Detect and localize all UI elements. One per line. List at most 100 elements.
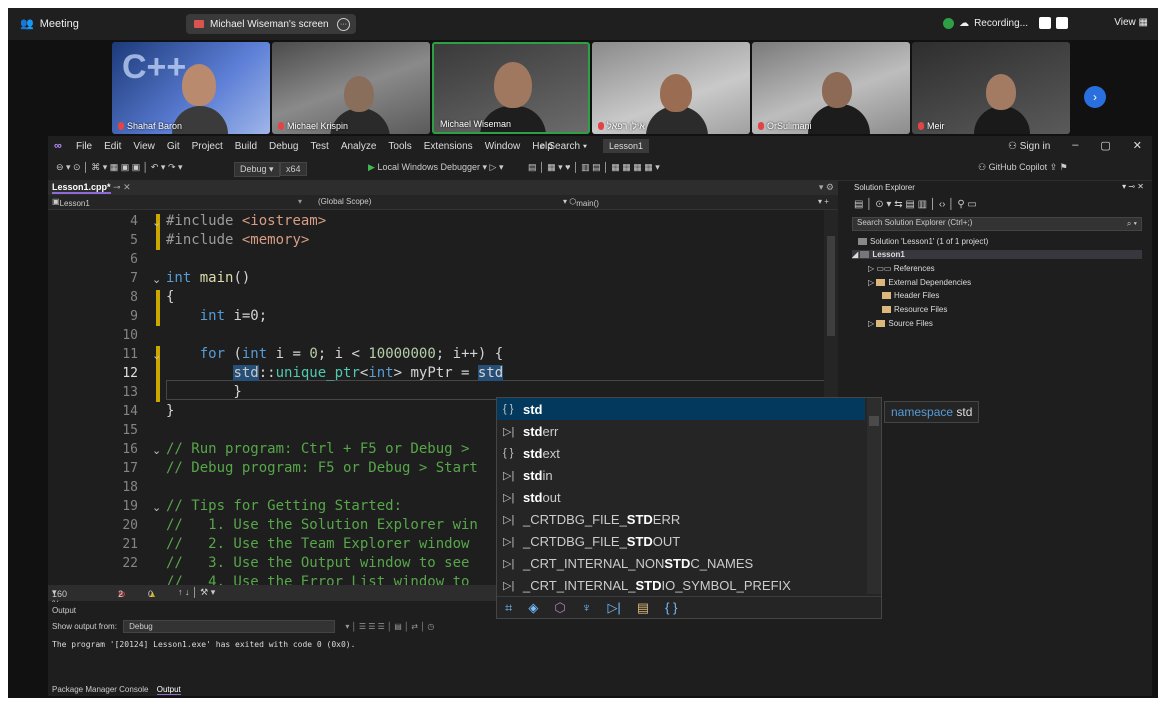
filter-macros-icon[interactable]: ▷| (607, 600, 620, 616)
nav-project-dropdown[interactable]: ▣ Lesson1 (52, 197, 90, 208)
panel-controls[interactable]: ▾ ⊸ ✕ (1122, 182, 1144, 191)
participant-tile-active[interactable]: Michael Wiseman (432, 42, 590, 134)
tab-output[interactable]: Output (156, 685, 181, 695)
menu-test[interactable]: Test (310, 141, 328, 152)
menu-view[interactable]: View (133, 141, 155, 152)
participant-tile[interactable]: Meir (912, 42, 1070, 134)
output-toolbar-icons[interactable]: ▾ │ ☰ ☰ ☰ │ ▤ │ ⇄ │ ◷ (345, 622, 434, 631)
close-button[interactable]: ✕ (1133, 139, 1142, 152)
tree-resource-files[interactable]: Resource Files (882, 305, 947, 314)
fold-icon[interactable]: ⌄ (152, 216, 161, 229)
pause-recording-button[interactable] (1039, 17, 1051, 29)
zoom-dropdown[interactable]: 160 % ▾ (52, 587, 67, 602)
copilot-button[interactable]: ⚇ GitHub Copilot ⇪ ⚑ (978, 162, 1068, 173)
menu-project[interactable]: Project (192, 141, 223, 152)
filter-classes-icon[interactable]: ◈ (528, 600, 538, 616)
start-debug-button[interactable]: ▶ Local Windows Debugger ▾ ▷ ▾ (368, 162, 503, 173)
completion-item[interactable]: ▷| std err (497, 420, 865, 442)
meeting-top-bar: 👥 Meeting Michael Wiseman's screen ··· ☁… (8, 8, 1158, 40)
tab-lesson1-cpp[interactable]: Lesson1.cpp* ⊸ ✕ (52, 182, 131, 194)
fold-icon[interactable]: ⌄ (152, 349, 161, 362)
code-line-14: } (166, 403, 175, 419)
stop-recording-button[interactable] (1056, 17, 1068, 29)
completion-item[interactable]: { } std ext (497, 442, 865, 464)
participant-tile[interactable]: OrSulimani (752, 42, 910, 134)
code-line-17: // Debug program: F5 or Debug > Start (166, 460, 478, 476)
menu-git[interactable]: Git (167, 141, 180, 152)
tree-source-files[interactable]: ▷ Source Files (868, 319, 933, 328)
completion-item[interactable]: ▷| std in (497, 464, 865, 486)
solution-explorer-title: Solution Explorer (854, 183, 915, 192)
pin-icon[interactable]: ⊸ (113, 182, 121, 192)
solution-search-input[interactable]: Search Solution Explorer (Ctrl+;) ⌕ ▾ (852, 217, 1142, 231)
menu-debug[interactable]: Debug (269, 141, 298, 152)
completion-item[interactable]: ▷| _CRTDBG_FILE_ STD ERR (497, 508, 865, 530)
completion-item[interactable]: { } std (497, 398, 865, 420)
code-line-4: #include <iostream> (166, 213, 327, 229)
menu-analyze[interactable]: Analyze (341, 141, 377, 152)
filter-braces-icon[interactable]: { } (665, 600, 677, 615)
completion-scrollbar[interactable] (867, 398, 881, 594)
output-source-dropdown[interactable]: Debug (123, 620, 336, 633)
maximize-button[interactable]: ▢ (1100, 139, 1110, 152)
tree-project[interactable]: ◢ Lesson1 (852, 250, 1142, 259)
completion-item[interactable]: ▷| std out (497, 486, 865, 508)
tree-solution[interactable]: Solution 'Lesson1' (1 of 1 project) (858, 237, 988, 246)
split-button[interactable]: ▾ + (818, 197, 829, 206)
fold-icon[interactable]: ⌄ (152, 444, 161, 457)
solution-explorer-toolbar[interactable]: ▤ │ ⊙ ▾ ⇆ ▤ ▥ │ ‹› │ ⚲ ▭ (854, 199, 977, 210)
tree-references[interactable]: ▷ ▭▭ References (868, 264, 935, 273)
completion-item[interactable]: ▷| _CRT_INTERNAL_NON STD C_NAMES (497, 552, 865, 574)
code-line-7: int main() (166, 270, 251, 286)
more-options-icon[interactable]: ··· (337, 18, 350, 31)
menu-bar: ∞ File Edit View Git Project Build Debug… (48, 136, 1152, 158)
macro-icon: ▷| (503, 579, 515, 592)
platform-dropdown[interactable]: x64 (280, 162, 307, 176)
view-button[interactable]: View ▦ (1114, 17, 1148, 28)
nav-scope-dropdown[interactable]: (Global Scope) (318, 197, 371, 206)
toolbar-icons[interactable]: ▤ │ ▦ ▾ ♥ │ ▥ ▤ │ ▦ ▦ ▦ ▦ ▾ (528, 162, 660, 173)
tab-options-icon[interactable]: ▾ ⚙ (819, 182, 834, 193)
intellisense-popup[interactable]: { } std ▷| std err { } std ext ▷| std in ▷| std o… (496, 397, 882, 619)
fold-icon[interactable]: ⌄ (152, 501, 161, 514)
navigation-bar: ▣ Lesson1 ▾ (Global Scope) ▾ ⬡ main() ▾ … (48, 195, 838, 210)
menu-window[interactable]: Window (485, 141, 521, 152)
participant-tile[interactable]: Michael Krispin (272, 42, 430, 134)
line-number: 19 (122, 499, 138, 514)
menu-build[interactable]: Build (235, 141, 257, 152)
change-marker (156, 290, 160, 326)
minimize-button[interactable]: – (1072, 139, 1078, 152)
nav-arrows[interactable]: ↑ ↓ │ ⚒ ▾ (178, 587, 215, 598)
config-dropdown[interactable]: Debug ▾ (234, 162, 280, 177)
menu-extensions[interactable]: Extensions (424, 141, 473, 152)
screen-share-icon (194, 20, 204, 28)
variable-icon: ▷| (503, 425, 515, 438)
menu-file[interactable]: File (76, 141, 92, 152)
muted-mic-icon (758, 122, 764, 130)
filter-namespaces-icon[interactable]: ▤ (637, 600, 649, 616)
participant-tile[interactable]: אילן רפאל (592, 42, 750, 134)
close-tab-icon[interactable]: ✕ (123, 182, 131, 192)
nav-member-dropdown[interactable]: ▾ ⬡ main() (563, 197, 599, 208)
screen-share-pill[interactable]: Michael Wiseman's screen ··· (186, 14, 356, 34)
menu-tools[interactable]: Tools (388, 141, 411, 152)
line-number: 9 (130, 309, 138, 324)
participant-tile[interactable]: C++ Shahaf Baron (112, 42, 270, 134)
line-number: 18 (122, 480, 138, 495)
completion-item[interactable]: ▷| _CRT_INTERNAL_ STD IO_SYMBOL_PREFIX (497, 574, 865, 596)
tree-header-files[interactable]: Header Files (882, 291, 939, 300)
filter-types-icon[interactable]: ♆ (582, 600, 592, 615)
tab-package-manager-console[interactable]: Package Manager Console (52, 685, 149, 694)
menu-search[interactable]: ⌕ Search ▾ (540, 141, 587, 152)
fold-icon[interactable]: ⌄ (152, 273, 161, 286)
menu-edit[interactable]: Edit (104, 141, 121, 152)
filter-snippets-icon[interactable]: ⌗ (505, 600, 512, 616)
line-number: 22 (122, 556, 138, 571)
next-participants-button[interactable]: › (1084, 86, 1106, 108)
sign-in-button[interactable]: ⚇ Sign in (1008, 141, 1050, 152)
filter-structs-icon[interactable]: ⬡ (554, 600, 565, 616)
tree-external-deps[interactable]: ▷ External Dependencies (868, 278, 971, 287)
completion-item[interactable]: ▷| _CRTDBG_FILE_ STD OUT (497, 530, 865, 552)
nav-back-forward-icon[interactable]: ⊖ ▾ ⊙ │ ⌘ ▾ ▦ ▣ ▣ │ ↶ ▾ ↷ ▾ (56, 162, 183, 173)
code-line-22: // 3. Use the Output window to see (166, 555, 470, 571)
